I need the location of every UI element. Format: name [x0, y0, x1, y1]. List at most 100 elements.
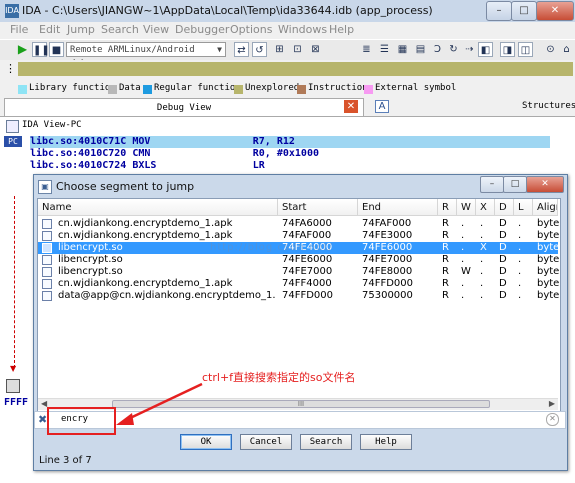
dialog-minimize-button[interactable]: –	[480, 176, 504, 193]
names-icon[interactable]: ⌂	[559, 42, 574, 57]
menu-options[interactable]: Options	[230, 23, 272, 36]
menu-view[interactable]: View	[143, 23, 169, 36]
cell-start: 74FF4000	[282, 278, 332, 289]
legend-unexplored: Unexplored	[245, 83, 300, 93]
graph-icon[interactable]: ◨	[500, 42, 515, 57]
cell-d: D	[499, 230, 507, 241]
column-w[interactable]: W	[457, 199, 476, 216]
attach-icon[interactable]: ⇄	[234, 42, 249, 57]
tab-debug-view[interactable]: Debug View	[4, 98, 364, 116]
cell-start: 74FA6000	[282, 218, 332, 229]
cell-align: byte	[537, 290, 560, 301]
cell-x: X	[480, 242, 487, 253]
nav-strip[interactable]	[18, 62, 573, 76]
table-row[interactable]: cn.wjdiankong.encryptdemo_1.apk 74FAF000 7…	[38, 230, 560, 242]
step-into-icon[interactable]: ⊞	[272, 42, 287, 57]
legend-swatch-data	[108, 85, 117, 94]
menu-windows[interactable]: Windows	[278, 23, 327, 36]
cell-d: D	[499, 266, 507, 277]
tab-structures[interactable]: Structures	[522, 101, 575, 111]
table-icon[interactable]: ▤	[413, 42, 428, 57]
cell-r: R	[442, 266, 449, 277]
exec-icon[interactable]: ◧	[478, 42, 493, 57]
legend-swatch-external	[364, 85, 373, 94]
column-r[interactable]: R	[438, 199, 457, 216]
menu-search[interactable]: Search	[101, 23, 139, 36]
column-name[interactable]: Name	[38, 199, 278, 216]
search-button[interactable]: Search	[300, 434, 352, 450]
legend-swatch-unexplored	[234, 85, 243, 94]
cell-r: R	[442, 230, 449, 241]
chevron-down-icon: ▼	[217, 45, 222, 54]
cell-end: 74FE7000	[362, 254, 413, 265]
search-close-icon[interactable]: ✖	[38, 413, 47, 426]
cell-d: D	[499, 254, 507, 265]
cell-end: 74FE6000	[362, 242, 413, 253]
clear-search-icon[interactable]: ✕	[546, 413, 559, 426]
dialog-icon: ▣	[38, 180, 52, 194]
cell-l: .	[518, 242, 522, 253]
cancel-button[interactable]: Cancel	[240, 434, 292, 450]
cell-align: byte	[537, 266, 560, 277]
step-over-icon[interactable]: ⊡	[290, 42, 305, 57]
cell-x: .	[480, 290, 484, 301]
pause-icon[interactable]: ❚❚	[32, 42, 50, 57]
column-align[interactable]: Align	[533, 199, 558, 216]
detach-icon[interactable]: ↺	[252, 42, 267, 57]
help-button[interactable]: Help	[360, 434, 412, 450]
segments-icon[interactable]: ⊙	[543, 42, 558, 57]
step-back-icon[interactable]: Ↄ	[430, 42, 445, 57]
ok-button[interactable]: OK	[180, 434, 232, 450]
cell-r: R	[442, 254, 449, 265]
table-row[interactable]: cn.wjdiankong.encryptdemo_1.apk 74FF4000 7…	[38, 278, 559, 290]
table-row[interactable]: cn.wjdiankong.encryptdemo_1.apk 74FA6000 7…	[38, 218, 559, 230]
menu-help[interactable]: Help	[329, 23, 354, 36]
asm-line[interactable]: libc.so:4010C720 CMN R0, #0x1000	[30, 148, 550, 160]
step-out-icon[interactable]: ⇢	[462, 42, 477, 57]
menu-debugger[interactable]: Debugger	[175, 23, 229, 36]
menu-edit[interactable]: Edit	[39, 23, 60, 36]
tab-a-icon[interactable]: A	[375, 100, 389, 113]
hex-address: FFFF	[4, 397, 29, 408]
table-row[interactable]: libencrypt.so 74FE7000 74FE8000 R W. D. byte	[38, 266, 560, 278]
column-start[interactable]: Start	[278, 199, 358, 216]
table-row[interactable]: libencrypt.so 74FE6000 74FE7000 R.. D. byte	[38, 254, 559, 266]
hex-view-icon[interactable]	[6, 379, 20, 393]
cell-d: D	[499, 278, 507, 289]
column-d[interactable]: D	[495, 199, 514, 216]
cell-align: byte	[537, 242, 560, 253]
cell-align: byte	[537, 230, 560, 241]
column-l[interactable]: L	[514, 199, 533, 216]
menu-bar: File Edit Jump Search View Debugger Opti…	[0, 22, 575, 39]
cell-end: 74FE3000	[362, 230, 413, 241]
menu-file[interactable]: File	[10, 23, 28, 36]
grid-icon[interactable]: ▦	[395, 42, 410, 57]
legend-data: Data	[119, 83, 141, 93]
column-x[interactable]: X	[476, 199, 495, 216]
asm-line-current[interactable]: libc.so:4010C71C MOV R7, R12	[30, 136, 550, 148]
stop-icon[interactable]: ■	[49, 42, 64, 57]
close-tab-icon[interactable]: ✕	[344, 100, 358, 113]
column-end[interactable]: End	[358, 199, 438, 216]
gripper-icon[interactable]: ⋮	[5, 62, 16, 76]
run-to-cursor-icon[interactable]: ↻	[446, 42, 461, 57]
dialog-close-button[interactable]: ✕	[526, 176, 564, 193]
cell-r: R	[442, 242, 449, 253]
menu-jump[interactable]: Jump	[67, 23, 95, 36]
debugger-select[interactable]: Remote ARMLinux/Android debugger ▼	[66, 42, 226, 69]
scroll-right-icon[interactable]: ▶	[549, 399, 555, 408]
cell-x: .	[480, 230, 484, 241]
maximize-button[interactable]: □	[511, 1, 537, 21]
dialog-maximize-button[interactable]: □	[503, 176, 527, 193]
trace-icon[interactable]: ≣	[359, 42, 374, 57]
copy-icon[interactable]: ◫	[518, 42, 533, 57]
start-process-icon[interactable]: ▶	[15, 42, 30, 57]
asm-line[interactable]: libc.so:4010C724 BXLS LR	[30, 160, 550, 172]
table-row[interactable]: data@app@cn.wjdiankong.encryptdemo_1.apk…	[38, 290, 560, 302]
list-icon[interactable]: ☰	[377, 42, 392, 57]
cell-w: .	[461, 242, 465, 253]
breakpoint-icon[interactable]: ⊠	[308, 42, 323, 57]
cell-name: cn.wjdiankong.encryptdemo_1.apk	[58, 230, 233, 241]
minimize-button[interactable]: –	[486, 1, 512, 21]
close-button[interactable]: ✕	[536, 1, 574, 21]
